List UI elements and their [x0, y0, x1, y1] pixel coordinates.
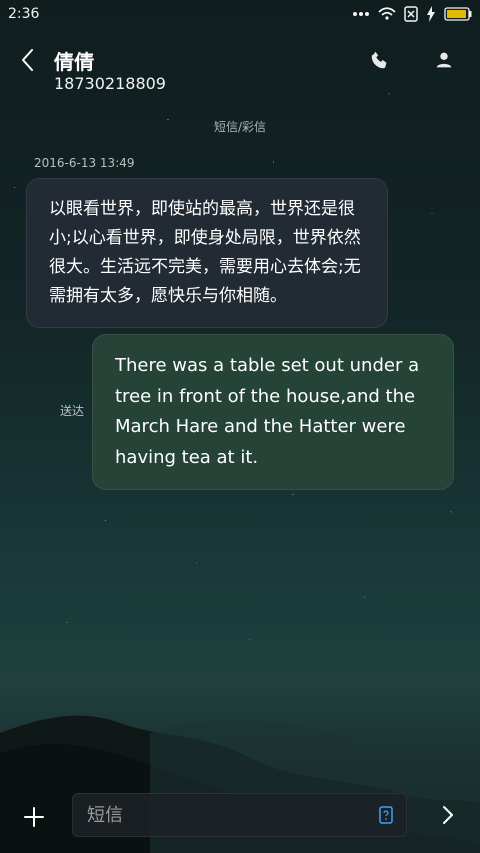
outgoing-message-bubble: There was a table set out under a tree i…	[92, 334, 454, 491]
back-arrow-icon[interactable]	[16, 48, 40, 72]
status-right	[352, 6, 472, 22]
conversation-header: 倩倩 18730218809	[0, 40, 480, 110]
message-timestamp: 2016-6-13 13:49	[34, 156, 135, 170]
battery-icon	[444, 7, 472, 21]
wifi-icon	[378, 7, 396, 21]
sim-icon[interactable]	[378, 805, 394, 825]
contact-number: 18730218809	[54, 74, 166, 93]
phone-icon[interactable]	[366, 46, 394, 74]
plus-icon[interactable]	[20, 803, 48, 831]
status-left: 2:36	[8, 6, 39, 22]
message-input[interactable]	[72, 793, 407, 837]
chevron-right-icon[interactable]	[438, 801, 458, 829]
incoming-message-bubble: 以眼看世界，即使站的最高，世界还是很小;以心看世界，即使身处局限，世界依然很大。…	[26, 178, 388, 328]
delivery-status: 送达	[60, 404, 85, 418]
message-composer	[0, 793, 480, 841]
incoming-message-text: 以眼看世界，即使站的最高，世界还是很小;以心看世界，即使身处局限，世界依然很大。…	[49, 199, 361, 306]
charging-icon	[426, 6, 436, 22]
status-bar: 2:36	[0, 0, 480, 28]
dots-icon	[352, 11, 370, 17]
channel-label: 短信/彩信	[213, 120, 267, 134]
sim-card-icon	[404, 6, 418, 22]
header-actions	[366, 46, 458, 74]
person-icon[interactable]	[430, 46, 458, 74]
status-time: 2:36	[8, 6, 40, 22]
contact-name: 倩倩	[54, 50, 95, 74]
outgoing-message-text: There was a table set out under a tree i…	[115, 355, 420, 468]
